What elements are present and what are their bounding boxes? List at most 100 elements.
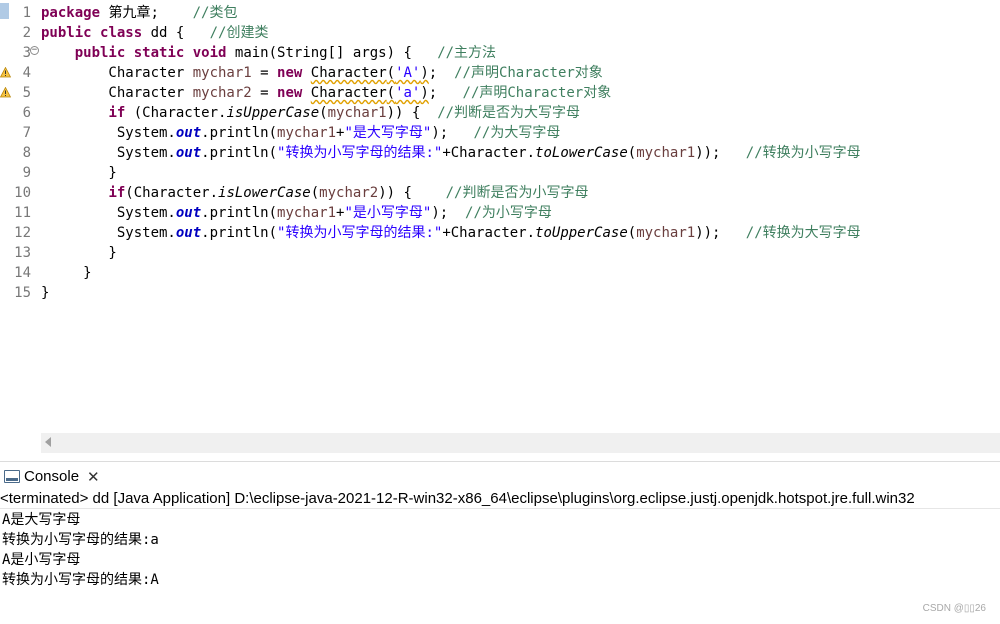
code-token: mychar1	[636, 145, 696, 161]
code-token: ;	[428, 65, 455, 81]
line-number: 6	[22, 105, 31, 121]
line-number-gutter: − 1 2 3 4 5 6 7 8 9 10 11 12 13 14 15	[11, 0, 41, 432]
code-token: .println(	[201, 225, 278, 241]
code-token: +Character.	[442, 145, 536, 161]
fold-collapse-icon[interactable]: −	[30, 46, 39, 55]
code-token: isLowerCase	[218, 185, 311, 201]
code-line[interactable]: System.out.println("转换为小写字母的结果:"+Charact…	[41, 143, 861, 163]
line-number: 14	[14, 265, 31, 281]
line-number: 2	[22, 25, 31, 41]
code-token: out	[175, 205, 202, 221]
code-token: }	[41, 285, 50, 301]
code-line[interactable]: System.out.println(mychar1+"是小写字母"); //为…	[41, 203, 552, 223]
code-token: (Character.	[125, 185, 219, 201]
code-editor[interactable]: − 1 2 3 4 5 6 7 8 9 10 11 12 13 14 15 package 第九章; //类…	[0, 0, 1000, 456]
warning-icon[interactable]	[0, 87, 11, 98]
code-token: 第九章;	[100, 5, 193, 21]
code-token: );	[431, 205, 466, 221]
code-area[interactable]: package 第九章; //类包 public class dd { //创建类…	[41, 3, 1000, 433]
tab-console[interactable]: Console ✕	[0, 464, 104, 489]
code-line[interactable]: package 第九章; //类包	[41, 3, 237, 23]
code-token: "转换为小写字母的结果:"	[277, 145, 443, 161]
code-token: .println(	[201, 145, 278, 161]
console-status-line: <terminated> dd [Java Application] D:\ec…	[0, 489, 1000, 509]
code-token: System.	[41, 125, 176, 141]
code-token: //创建类	[209, 25, 269, 41]
code-line[interactable]: System.out.println(mychar1+"是大写字母"); //为…	[41, 123, 561, 143]
code-line[interactable]: }	[41, 163, 116, 183]
code-token: Character	[310, 85, 387, 101]
code-line[interactable]: public class dd { //创建类	[41, 23, 268, 43]
code-token: void	[192, 45, 227, 61]
code-token: Character	[41, 65, 193, 81]
line-number: 13	[14, 245, 31, 261]
code-token: isUpperCase	[226, 105, 320, 121]
code-token: =	[251, 85, 278, 101]
code-token: out	[175, 145, 202, 161]
code-token: //为小写字母	[465, 205, 552, 221]
code-token: mychar2	[319, 185, 379, 201]
watermark: CSDN @▯▯26	[922, 603, 986, 614]
code-token: )) {	[386, 105, 438, 121]
line-number: 3	[22, 45, 31, 61]
horizontal-scrollbar[interactable]	[41, 433, 1000, 453]
code-line[interactable]: System.out.println("转换为小写字母的结果:"+Charact…	[41, 223, 861, 243]
code-line[interactable]: }	[41, 243, 116, 263]
warning-icon[interactable]	[0, 67, 11, 78]
code-token: toLowerCase	[535, 145, 628, 161]
code-token: ));	[695, 225, 746, 241]
code-token: toUpperCase	[535, 225, 628, 241]
code-line[interactable]: Character mychar1 = new Character('A'); …	[41, 63, 603, 83]
current-line-marker	[0, 3, 9, 19]
console-output-line: A是小写字母	[2, 552, 81, 568]
code-line[interactable]: public static void main(String[] args) {…	[41, 43, 496, 63]
line-number: 4	[22, 65, 31, 81]
code-token: .println(	[201, 205, 278, 221]
code-token: //为大写字母	[473, 125, 561, 141]
code-line[interactable]: Character mychar2 = new Character('a'); …	[41, 83, 611, 103]
code-token: //声明Character对象	[454, 65, 603, 81]
code-line[interactable]: }	[41, 283, 49, 303]
code-token: mychar2	[192, 85, 252, 101]
code-token: new	[277, 65, 303, 81]
close-icon[interactable]: ✕	[87, 468, 100, 486]
code-token: .println(	[201, 125, 278, 141]
line-number: 1	[22, 5, 31, 21]
code-token: dd {	[142, 25, 210, 41]
code-token: //转换为大写字母	[745, 225, 861, 241]
code-line[interactable]: if(Character.isLowerCase(mychar2)) { //判…	[41, 183, 588, 203]
scroll-left-icon[interactable]	[45, 437, 51, 447]
line-number: 10	[14, 185, 31, 201]
code-token: )	[420, 65, 429, 81]
code-line[interactable]: }	[41, 263, 91, 283]
code-token: ));	[695, 145, 746, 161]
code-token: "是小写字母"	[344, 205, 432, 221]
code-line[interactable]: if (Character.isUpperCase(mychar1)) { //…	[41, 103, 580, 123]
code-token: ;	[428, 85, 463, 101]
console-tab-label: Console	[24, 468, 80, 485]
code-token: (	[386, 65, 396, 81]
code-token: (	[386, 85, 396, 101]
code-token: =	[251, 65, 278, 81]
code-token: )) {	[378, 185, 446, 201]
code-token: if	[108, 185, 126, 201]
code-token: (	[310, 185, 320, 201]
code-token: main(String[] args) {	[226, 45, 438, 61]
code-token: (	[627, 225, 637, 241]
code-token: mychar1	[192, 65, 252, 81]
console-output-line: 转换为小写字母的结果:a	[2, 532, 159, 548]
code-token: out	[175, 125, 202, 141]
code-token: "转换为小写字母的结果:"	[277, 225, 443, 241]
code-token: package	[41, 5, 101, 21]
code-token: 'a'	[395, 85, 421, 101]
code-token: )	[420, 85, 429, 101]
code-token: //判断是否为小写字母	[445, 185, 589, 201]
code-token: 'A'	[395, 65, 421, 81]
code-token: //声明Character对象	[462, 85, 612, 101]
